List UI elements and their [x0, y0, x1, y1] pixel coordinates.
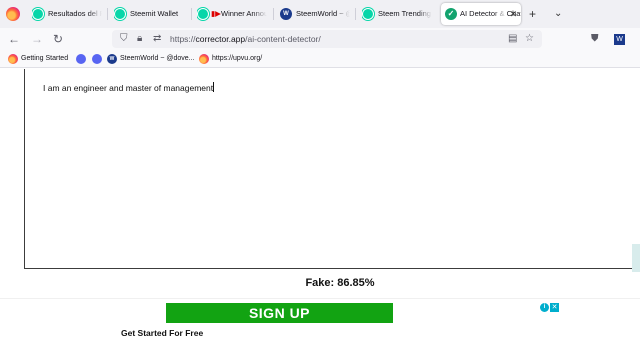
discord-icon — [92, 54, 102, 64]
steemworld-icon: W — [280, 8, 292, 20]
shield-icon[interactable]: ⛉ — [120, 31, 128, 47]
steemit-icon — [32, 8, 44, 20]
bookmark-star-icon[interactable]: ☆ — [525, 31, 534, 47]
lock-icon[interactable]: 🔒︎ — [137, 31, 142, 47]
detection-result: Fake: 86.85% — [305, 277, 375, 289]
ai-detector-icon: ✓ — [445, 8, 457, 20]
permissions-icon[interactable]: ⇄ — [153, 31, 161, 47]
bookmark-label: SteemWorld ~ @dove... — [120, 55, 195, 62]
ad-close-icon[interactable]: ✕ — [550, 303, 559, 312]
ad-banner[interactable]: SIGN UP Get Started For Free i ✕ — [0, 298, 640, 342]
pocket-icon[interactable]: ⛊ — [591, 31, 599, 47]
steemit-icon — [197, 8, 209, 20]
forward-icon[interactable]: → — [31, 31, 43, 47]
text-caret — [213, 82, 215, 92]
firefox-icon — [199, 54, 209, 64]
bookmarks-toolbar: Getting Started W SteemWorld ~ @dove... … — [0, 50, 640, 68]
firefox-icon — [8, 54, 18, 64]
reload-icon[interactable]: ↻ — [53, 31, 63, 47]
url-path: /ai-content-detector/ — [245, 34, 321, 44]
sign-up-button[interactable]: SIGN UP — [166, 303, 393, 323]
input-text: I am an engineer and master of managemen… — [43, 83, 214, 93]
firefox-view-icon[interactable] — [6, 7, 20, 21]
new-tab-icon[interactable]: + — [529, 5, 536, 23]
close-tab-icon[interactable]: ✕ — [509, 3, 517, 25]
discord-icon — [76, 54, 86, 64]
page-content: I am an engineer and master of managemen… — [0, 69, 640, 342]
ad-info-icon[interactable]: i — [540, 303, 549, 312]
tab-list-chevron-icon[interactable]: ⌄ — [554, 5, 562, 23]
side-panel-edge — [632, 244, 640, 272]
tab-resultados[interactable]: Resultados del Primer Concurso — [32, 3, 102, 25]
steemit-icon — [114, 8, 126, 20]
ad-tagline[interactable]: Get Started For Free — [121, 328, 203, 338]
extension-icon[interactable]: W — [614, 34, 625, 45]
tab-steemit-wallet[interactable]: Steemit Wallet — [114, 3, 190, 25]
bookmark-label: https://upvu.org/ — [212, 55, 263, 62]
url-text[interactable]: https://corrector.app/ai-content-detecto… — [170, 31, 321, 47]
tab-steem-trending[interactable]: Steem Trending Communities — [362, 3, 432, 25]
tab-winner[interactable]: ▮▶ Winner Announcement — [197, 3, 267, 25]
tab-label: Steemit Wallet — [130, 9, 179, 18]
reader-view-icon[interactable]: ▤ — [508, 31, 517, 47]
tab-ai-detector[interactable]: ✓ AI Detector & ChatGPT Detector ✕ — [441, 3, 521, 25]
tab-strip: Resultados del Primer Concurso Steemit W… — [0, 0, 640, 28]
bookmark-label: Getting Started — [21, 55, 69, 62]
text-input-area[interactable]: I am an engineer and master of managemen… — [24, 69, 640, 269]
steemit-icon — [362, 8, 374, 20]
url-prefix: https:// — [170, 34, 196, 44]
back-icon[interactable]: ← — [8, 31, 20, 47]
url-host: corrector.app — [195, 34, 246, 44]
steemworld-icon: W — [107, 54, 117, 64]
tab-steemworld[interactable]: W SteemWorld ~ @dove11 — [280, 3, 350, 25]
